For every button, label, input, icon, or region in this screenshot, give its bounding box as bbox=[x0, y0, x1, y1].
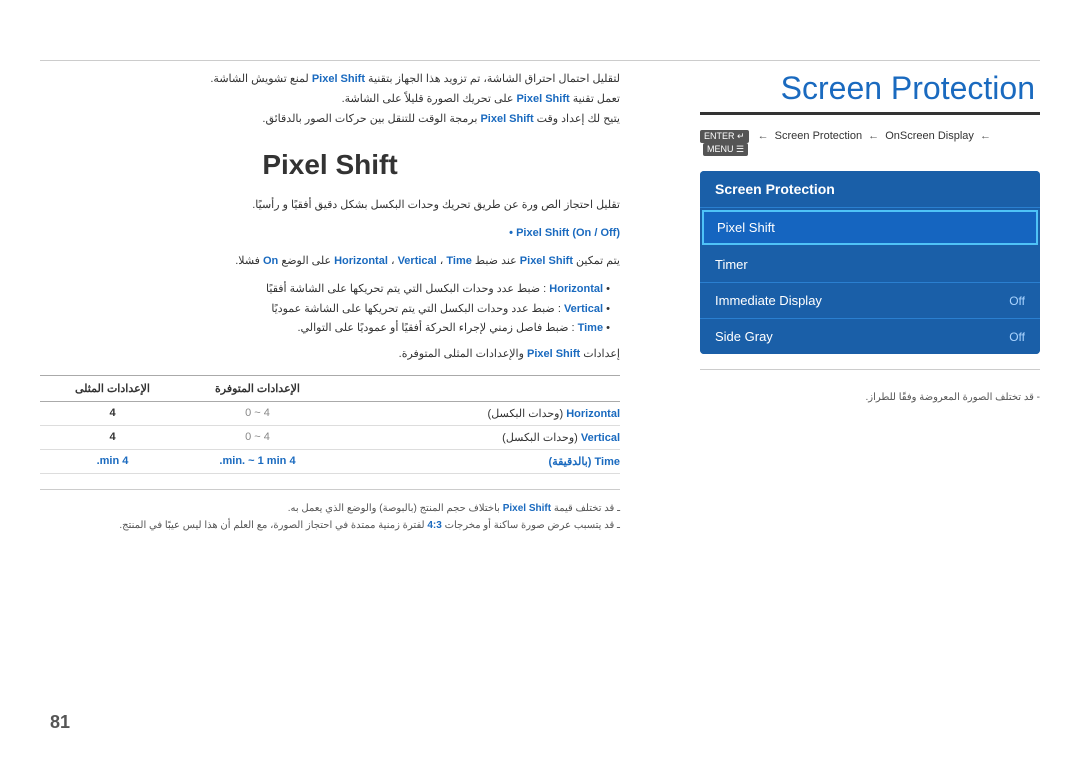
menu-title-text: Screen Protection bbox=[715, 181, 835, 197]
menu-item-side-gray[interactable]: Side Gray Off bbox=[700, 319, 1040, 354]
notes-section: ـ قد تختلف قيمة Pixel Shift باختلاف حجم … bbox=[40, 489, 620, 534]
col-optimal: الإعدادات المثلى bbox=[40, 382, 185, 395]
row-horizontal-label: Horizontal (وحدات البكسل) bbox=[330, 407, 620, 420]
col-label bbox=[330, 382, 620, 395]
intro-line-3: يتيح لك إعداد وقت Pixel Shift برمجة الوق… bbox=[262, 113, 620, 125]
bullet-vertical: Vertical : ضبط عدد وحدات البكسل التي يتم… bbox=[40, 300, 620, 320]
left-content: لتقليل احتمال احتراق الشاشة، تم تزويد هذ… bbox=[40, 70, 620, 534]
intro-text: لتقليل احتمال احتراق الشاشة، تم تزويد هذ… bbox=[40, 70, 620, 129]
intro-line-2: تعمل تقنية Pixel Shift على تحريك الصورة … bbox=[342, 93, 620, 105]
enter-icon: ENTER ↵ bbox=[700, 130, 749, 143]
on-off-label: (On / Off) Pixel Shift • bbox=[40, 224, 620, 244]
row-horizontal-optimal: 4 bbox=[40, 407, 185, 420]
menu-title: Screen Protection bbox=[700, 171, 1040, 208]
note-2: ـ قد يتسبب عرض صورة ساكنة أو مخرجات 4:3 … bbox=[40, 517, 620, 534]
arrow-3: ← bbox=[980, 130, 991, 142]
menu-item-pixel-shift-label: Pixel Shift bbox=[717, 220, 775, 235]
top-border bbox=[40, 60, 1040, 61]
breadcrumb-screen-protection: Screen Protection bbox=[775, 130, 862, 142]
page-title: Screen Protection bbox=[700, 70, 1040, 115]
row-time-label: Time (بالدقيقة) bbox=[330, 455, 620, 468]
menu-item-timer[interactable]: Timer bbox=[700, 247, 1040, 283]
page-number: 81 bbox=[50, 712, 70, 733]
bullet-time: Time : ضبط فاصل زمني لإجراء الحركة أفقيً… bbox=[40, 319, 620, 339]
col-available: الإعدادات المتوفرة bbox=[185, 382, 330, 395]
row-time-available: 4 min. ~ 1 min. bbox=[185, 455, 330, 468]
when-enabled: يتم تمكين Pixel Shift عند ضبط Horizontal… bbox=[40, 252, 620, 272]
table-intro: إعدادات Pixel Shift والإعدادات المثلى ال… bbox=[40, 347, 620, 360]
menu-item-side-gray-value: Off bbox=[1009, 330, 1025, 344]
pixel-shift-title: Pixel Shift bbox=[40, 149, 620, 181]
menu-item-timer-label: Timer bbox=[715, 257, 748, 272]
row-vertical-optimal: 4 bbox=[40, 431, 185, 444]
menu-box: Screen Protection Pixel Shift Timer Imme… bbox=[700, 171, 1040, 354]
table-row-time: Time (بالدقيقة) 4 min. ~ 1 min. 4 min. bbox=[40, 450, 620, 474]
menu-icon: MENU ☰ bbox=[703, 143, 748, 156]
pixel-shift-table: الإعدادات المتوفرة الإعدادات المثلى Hori… bbox=[40, 375, 620, 474]
divider bbox=[700, 369, 1040, 370]
arrow-2: ← bbox=[868, 130, 879, 142]
table-row-vertical: Vertical (وحدات البكسل) 4 ~ 0 4 bbox=[40, 426, 620, 450]
menu-item-immediate-display-label: Immediate Display bbox=[715, 293, 822, 308]
bullet-horizontal: Horizontal : ضبط عدد وحدات البكسل التي ي… bbox=[40, 280, 620, 300]
row-vertical-available: 4 ~ 0 bbox=[185, 431, 330, 444]
arrow-1: ← bbox=[758, 130, 769, 142]
side-note: - قد تختلف الصورة المعروضة وفقًا للطراز. bbox=[700, 390, 1040, 406]
table-header: الإعدادات المتوفرة الإعدادات المثلى bbox=[40, 375, 620, 402]
menu-item-pixel-shift[interactable]: Pixel Shift bbox=[702, 210, 1038, 245]
intro-line-1: لتقليل احتمال احتراق الشاشة، تم تزويد هذ… bbox=[210, 73, 620, 85]
desc1: تقليل احتجاز الص ورة عن طريق تحريك وحدات… bbox=[40, 196, 620, 216]
row-time-optimal: 4 min. bbox=[40, 455, 185, 468]
row-horizontal-available: 4 ~ 0 bbox=[185, 407, 330, 420]
menu-item-immediate-display[interactable]: Immediate Display Off bbox=[700, 283, 1040, 319]
note-1: ـ قد تختلف قيمة Pixel Shift باختلاف حجم … bbox=[40, 500, 620, 517]
right-panel: Screen Protection ENTER ↵ ← Screen Prote… bbox=[700, 70, 1040, 406]
menu-item-side-gray-label: Side Gray bbox=[715, 329, 773, 344]
breadcrumb-onscreen-display: OnScreen Display bbox=[885, 130, 974, 142]
menu-item-immediate-display-value: Off bbox=[1009, 294, 1025, 308]
row-vertical-label: Vertical (وحدات البكسل) bbox=[330, 431, 620, 444]
table-row-horizontal: Horizontal (وحدات البكسل) 4 ~ 0 4 bbox=[40, 402, 620, 426]
breadcrumb: ENTER ↵ ← Screen Protection ← OnScreen D… bbox=[700, 130, 1040, 156]
